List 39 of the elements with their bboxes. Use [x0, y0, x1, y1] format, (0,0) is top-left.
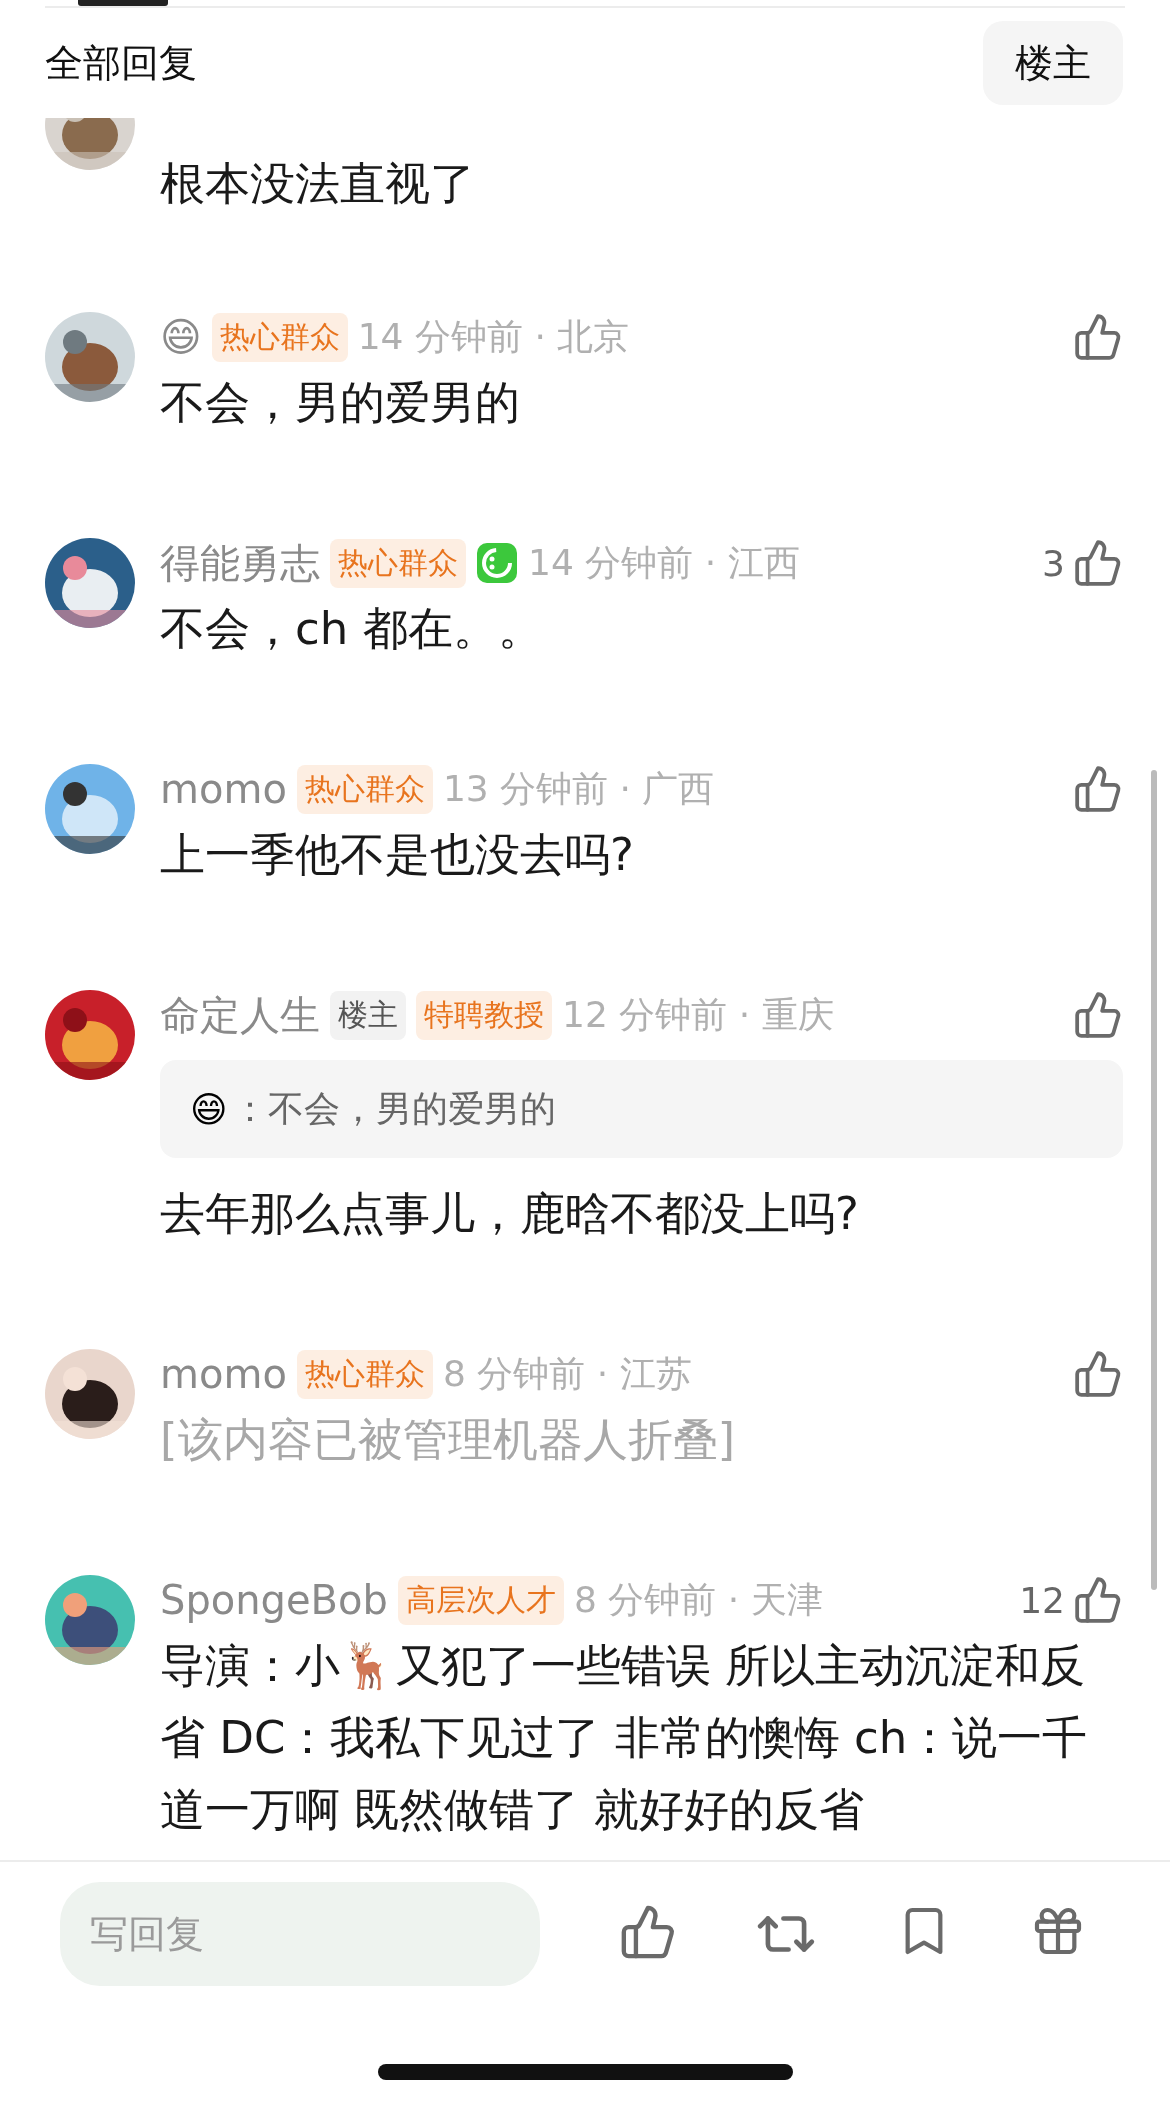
time-location: 14 分钟前 · 江西 — [528, 540, 800, 585]
like-icon[interactable] — [1073, 1349, 1123, 1399]
comment-text: 根本没法直视了 — [160, 156, 476, 212]
like-icon[interactable] — [1073, 764, 1123, 814]
like-icon[interactable] — [1073, 1575, 1123, 1625]
comment-text: [该内容已被管理机器人折叠] — [160, 1412, 737, 1468]
username[interactable]: 命定人生 — [160, 987, 320, 1043]
like-icon[interactable] — [1073, 990, 1123, 1040]
user-badge: 热心群众 — [211, 312, 348, 362]
quoted-text: ：不会，男的爱男的 — [231, 1086, 556, 1131]
time-location: 13 分钟前 · 广西 — [442, 766, 715, 811]
like-count: 12 — [1019, 1579, 1065, 1621]
username[interactable]: SpongeBob — [160, 1577, 388, 1623]
section-title: 全部回复 — [45, 39, 197, 87]
like-icon[interactable] — [1073, 538, 1123, 588]
comment-text: 不会，ch 都在。。 — [160, 601, 544, 657]
time-location: 14 分钟前 · 北京 — [357, 314, 630, 359]
reply-field[interactable]: 写回复 — [60, 1882, 540, 1986]
username[interactable]: momo — [160, 1351, 287, 1397]
quoted-username: 😄 — [190, 1088, 228, 1130]
like-count: 3 — [1042, 542, 1065, 584]
comment-text: 不会，男的爱男的 — [160, 375, 521, 431]
comment-text: 导演：小🦌又犯了一些错误 所以主动沉淀和反省 DC：我私下见过了 非常的懊悔 ch：说一千道一万啊 既然做错了 就好好的反省 — [160, 1638, 1089, 1838]
time-location: 8 分钟前 · 江苏 — [442, 1351, 692, 1396]
user-badge: 热心群众 — [296, 1349, 433, 1399]
like-icon[interactable] — [1073, 312, 1123, 362]
filter-button[interactable]: 楼主 — [983, 21, 1123, 105]
time-location: 8 分钟前 · 天津 — [573, 1577, 823, 1622]
user-badge: 特聘教授 — [416, 990, 552, 1040]
user-badge: 高层次人才 — [397, 1575, 564, 1625]
comment-text: 上一季他不是也没去吗? — [160, 827, 635, 883]
time-location: 12 分钟前 · 重庆 — [562, 992, 834, 1037]
username[interactable]: momo — [160, 766, 287, 812]
user-badge: 热心群众 — [296, 764, 433, 814]
username[interactable]: 😄 — [160, 314, 202, 360]
user-badge: 楼主 — [330, 990, 406, 1040]
comment-text: 去年那么点事儿，鹿晗不都没上吗? — [160, 1186, 860, 1242]
user-badge: 热心群众 — [330, 538, 466, 588]
username[interactable]: 得能勇志 — [160, 535, 320, 591]
